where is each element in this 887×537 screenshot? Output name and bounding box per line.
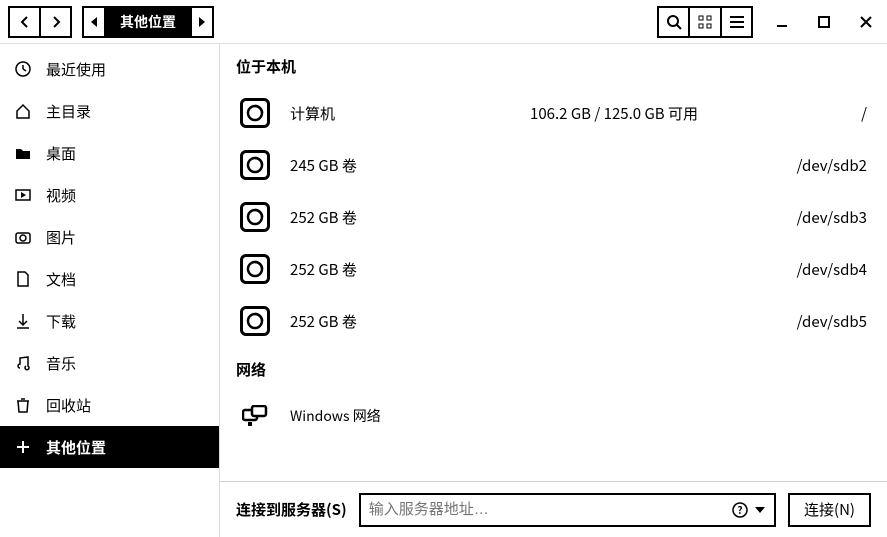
sidebar-item-label: 其他位置: [46, 437, 106, 458]
disk-icon: [240, 254, 270, 284]
sidebar-item-7[interactable]: 音乐: [0, 342, 219, 384]
toolbar: 其他位置: [0, 0, 887, 44]
sidebar-item-label: 视频: [46, 185, 76, 206]
drive-row[interactable]: 252 GB 卷 /dev/sdb5: [220, 295, 887, 347]
path-next-button[interactable]: [190, 6, 214, 38]
video-icon: [14, 186, 32, 204]
sidebar-item-0[interactable]: 最近使用: [0, 48, 219, 90]
sidebar-item-2[interactable]: 桌面: [0, 132, 219, 174]
sidebar-item-4[interactable]: 图片: [0, 216, 219, 258]
sidebar-item-8[interactable]: 回收站: [0, 384, 219, 426]
server-address-wrap: ?: [359, 493, 776, 527]
path-current-segment[interactable]: 其他位置: [106, 6, 190, 38]
plus-icon: [14, 438, 32, 456]
dropdown-icon[interactable]: [754, 504, 766, 516]
menu-button[interactable]: [721, 6, 753, 38]
sidebar-item-label: 桌面: [46, 143, 76, 164]
sidebar-item-3[interactable]: 视频: [0, 174, 219, 216]
hamburger-icon: [730, 16, 744, 28]
minimize-button[interactable]: [769, 9, 795, 35]
sidebar-item-label: 图片: [46, 227, 76, 248]
network-list: Windows 网络: [220, 390, 887, 442]
svg-text:?: ?: [737, 502, 742, 517]
music-icon: [14, 354, 32, 372]
sidebar-item-9[interactable]: 其他位置: [0, 426, 219, 468]
network-name: Windows 网络: [290, 406, 381, 426]
drive-list: 计算机 106.2 GB / 125.0 GB 可用 / 245 GB 卷 /d…: [220, 87, 887, 347]
disk-icon: [240, 98, 270, 128]
close-icon: [860, 16, 872, 28]
search-button[interactable]: [657, 6, 689, 38]
triangle-left-icon: [89, 17, 99, 27]
folder-icon: [14, 144, 32, 162]
trash-icon: [14, 396, 32, 414]
drive-path: /: [777, 103, 867, 124]
search-icon: [666, 14, 682, 30]
sidebar-item-label: 最近使用: [46, 59, 106, 80]
main-content: 位于本机 计算机 106.2 GB / 125.0 GB 可用 / 245 GB…: [220, 44, 887, 537]
triangle-right-icon: [197, 17, 207, 27]
sidebar: 最近使用主目录桌面视频图片文档下载音乐回收站其他位置: [0, 44, 220, 537]
home-icon: [14, 102, 32, 120]
drive-name: 252 GB 卷: [290, 259, 510, 280]
icon-view-button[interactable]: [689, 6, 721, 38]
drive-row[interactable]: 252 GB 卷 /dev/sdb3: [220, 191, 887, 243]
disk-icon: [240, 306, 270, 336]
maximize-icon: [818, 16, 830, 28]
disk-icon: [240, 150, 270, 180]
help-icon[interactable]: ?: [732, 502, 748, 518]
view-buttons: [657, 6, 753, 38]
connect-button-label: 连接(N): [804, 499, 855, 520]
drive-row[interactable]: 245 GB 卷 /dev/sdb2: [220, 139, 887, 191]
network-section-title: 网络: [220, 347, 887, 390]
drive-name: 245 GB 卷: [290, 155, 510, 176]
path-bar: 其他位置: [82, 6, 214, 38]
path-current-label: 其他位置: [120, 12, 176, 32]
sidebar-item-6[interactable]: 下载: [0, 300, 219, 342]
forward-button[interactable]: [40, 6, 72, 38]
disk-icon: [240, 202, 270, 232]
maximize-button[interactable]: [811, 9, 837, 35]
network-row[interactable]: Windows 网络: [220, 390, 887, 442]
connect-label: 连接到服务器(S): [236, 499, 347, 520]
path-prev-button[interactable]: [82, 6, 106, 38]
sidebar-item-label: 文档: [46, 269, 76, 290]
drive-path: /dev/sdb4: [777, 259, 867, 280]
drive-path: /dev/sdb2: [777, 155, 867, 176]
connect-button[interactable]: 连接(N): [788, 493, 871, 527]
drive-row[interactable]: 252 GB 卷 /dev/sdb4: [220, 243, 887, 295]
download-icon: [14, 312, 32, 330]
nav-buttons: [8, 6, 72, 38]
sidebar-item-1[interactable]: 主目录: [0, 90, 219, 132]
drive-path: /dev/sdb5: [777, 311, 867, 332]
connect-bar: 连接到服务器(S) ? 连接(N): [220, 481, 887, 537]
grid-icon: [698, 15, 712, 29]
local-section-title: 位于本机: [220, 44, 887, 87]
sidebar-item-label: 音乐: [46, 353, 76, 374]
drive-path: /dev/sdb3: [777, 207, 867, 228]
chevron-right-icon: [51, 16, 61, 28]
drive-name: 计算机: [290, 103, 510, 124]
drive-name: 252 GB 卷: [290, 207, 510, 228]
minimize-icon: [776, 16, 788, 28]
sidebar-item-5[interactable]: 文档: [0, 258, 219, 300]
network-icon: [240, 401, 270, 431]
sidebar-item-label: 主目录: [46, 101, 91, 122]
drive-info: 106.2 GB / 125.0 GB 可用: [530, 103, 757, 124]
drive-row[interactable]: 计算机 106.2 GB / 125.0 GB 可用 /: [220, 87, 887, 139]
sidebar-item-label: 回收站: [46, 395, 91, 416]
drive-name: 252 GB 卷: [290, 311, 510, 332]
sidebar-item-label: 下载: [46, 311, 76, 332]
camera-icon: [14, 228, 32, 246]
clock-icon: [14, 60, 32, 78]
server-address-input[interactable]: [369, 501, 732, 518]
document-icon: [14, 270, 32, 288]
back-button[interactable]: [8, 6, 40, 38]
chevron-left-icon: [20, 16, 30, 28]
close-button[interactable]: [853, 9, 879, 35]
